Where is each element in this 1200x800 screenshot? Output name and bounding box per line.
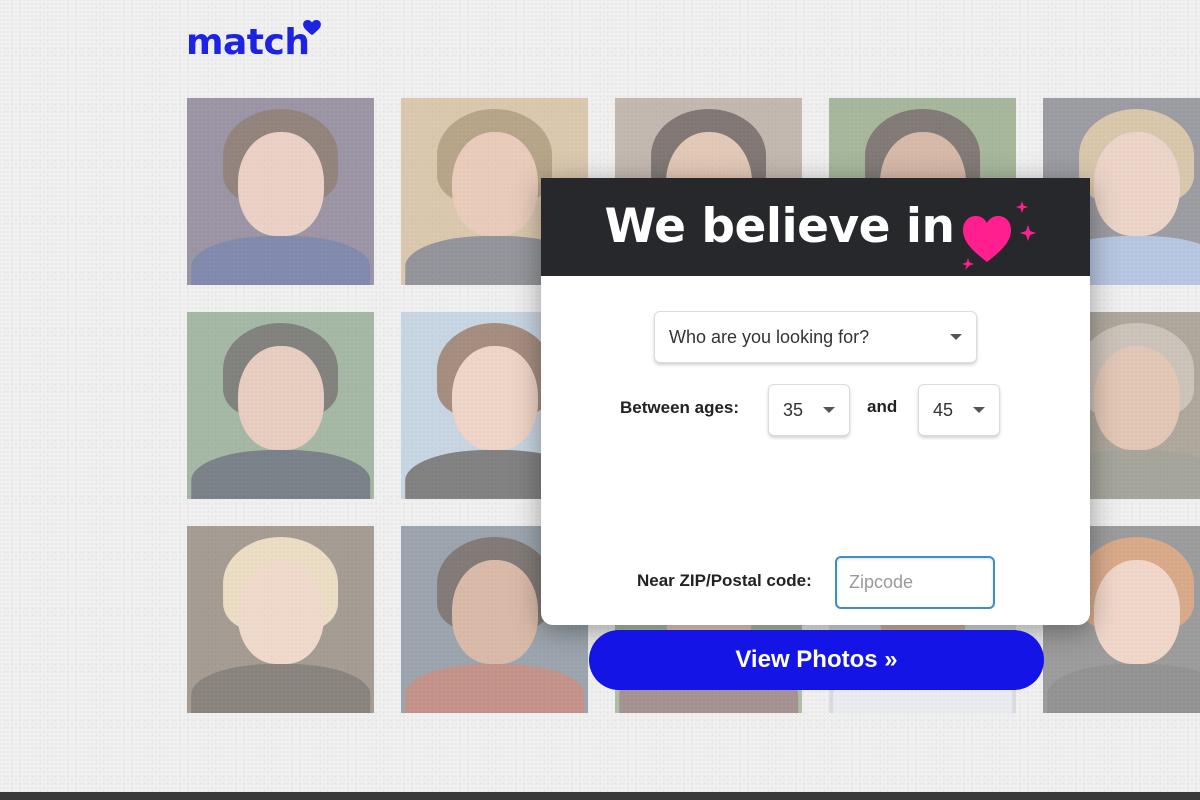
photo-body (190, 450, 371, 499)
footer-bar (0, 792, 1200, 800)
looking-for-select[interactable]: Who are you looking for? (654, 311, 977, 363)
min-age-select[interactable]: 35 (768, 384, 850, 436)
profile-photo (187, 98, 374, 285)
heart-sparkle-icon (962, 201, 1036, 270)
max-age-value: 45 (933, 399, 954, 420)
photo-face (237, 345, 324, 451)
zip-label: Near ZIP/Postal code: (637, 571, 812, 590)
photo-face (237, 559, 324, 665)
and-label: and (867, 397, 898, 416)
photo-face (451, 131, 538, 237)
photo-face (1093, 131, 1180, 237)
photo-face (451, 559, 538, 665)
view-photos-button[interactable]: View Photos » (589, 630, 1044, 690)
min-age-value: 35 (783, 399, 804, 420)
ages-label: Between ages: (620, 398, 740, 417)
photo-face (1093, 345, 1180, 451)
photo-body (404, 664, 585, 713)
photo-face (1093, 559, 1180, 665)
profile-photo (187, 526, 374, 713)
photo-body (190, 664, 371, 713)
photo-face (237, 131, 324, 237)
photo-body (190, 236, 371, 285)
profile-photo (187, 312, 374, 499)
looking-for-value: Who are you looking for? (669, 326, 870, 347)
max-age-select[interactable]: 45 (918, 384, 1000, 436)
zipcode-input[interactable] (835, 556, 995, 609)
photo-face (451, 345, 538, 451)
modal-title: We believe in (604, 198, 955, 254)
search-modal: We believe in Who are you looking for? B… (541, 178, 1090, 690)
chevron-down-icon (950, 334, 962, 340)
modal-header: We believe in (541, 178, 1090, 276)
chevron-down-icon (973, 407, 985, 413)
chevron-down-icon (823, 407, 835, 413)
